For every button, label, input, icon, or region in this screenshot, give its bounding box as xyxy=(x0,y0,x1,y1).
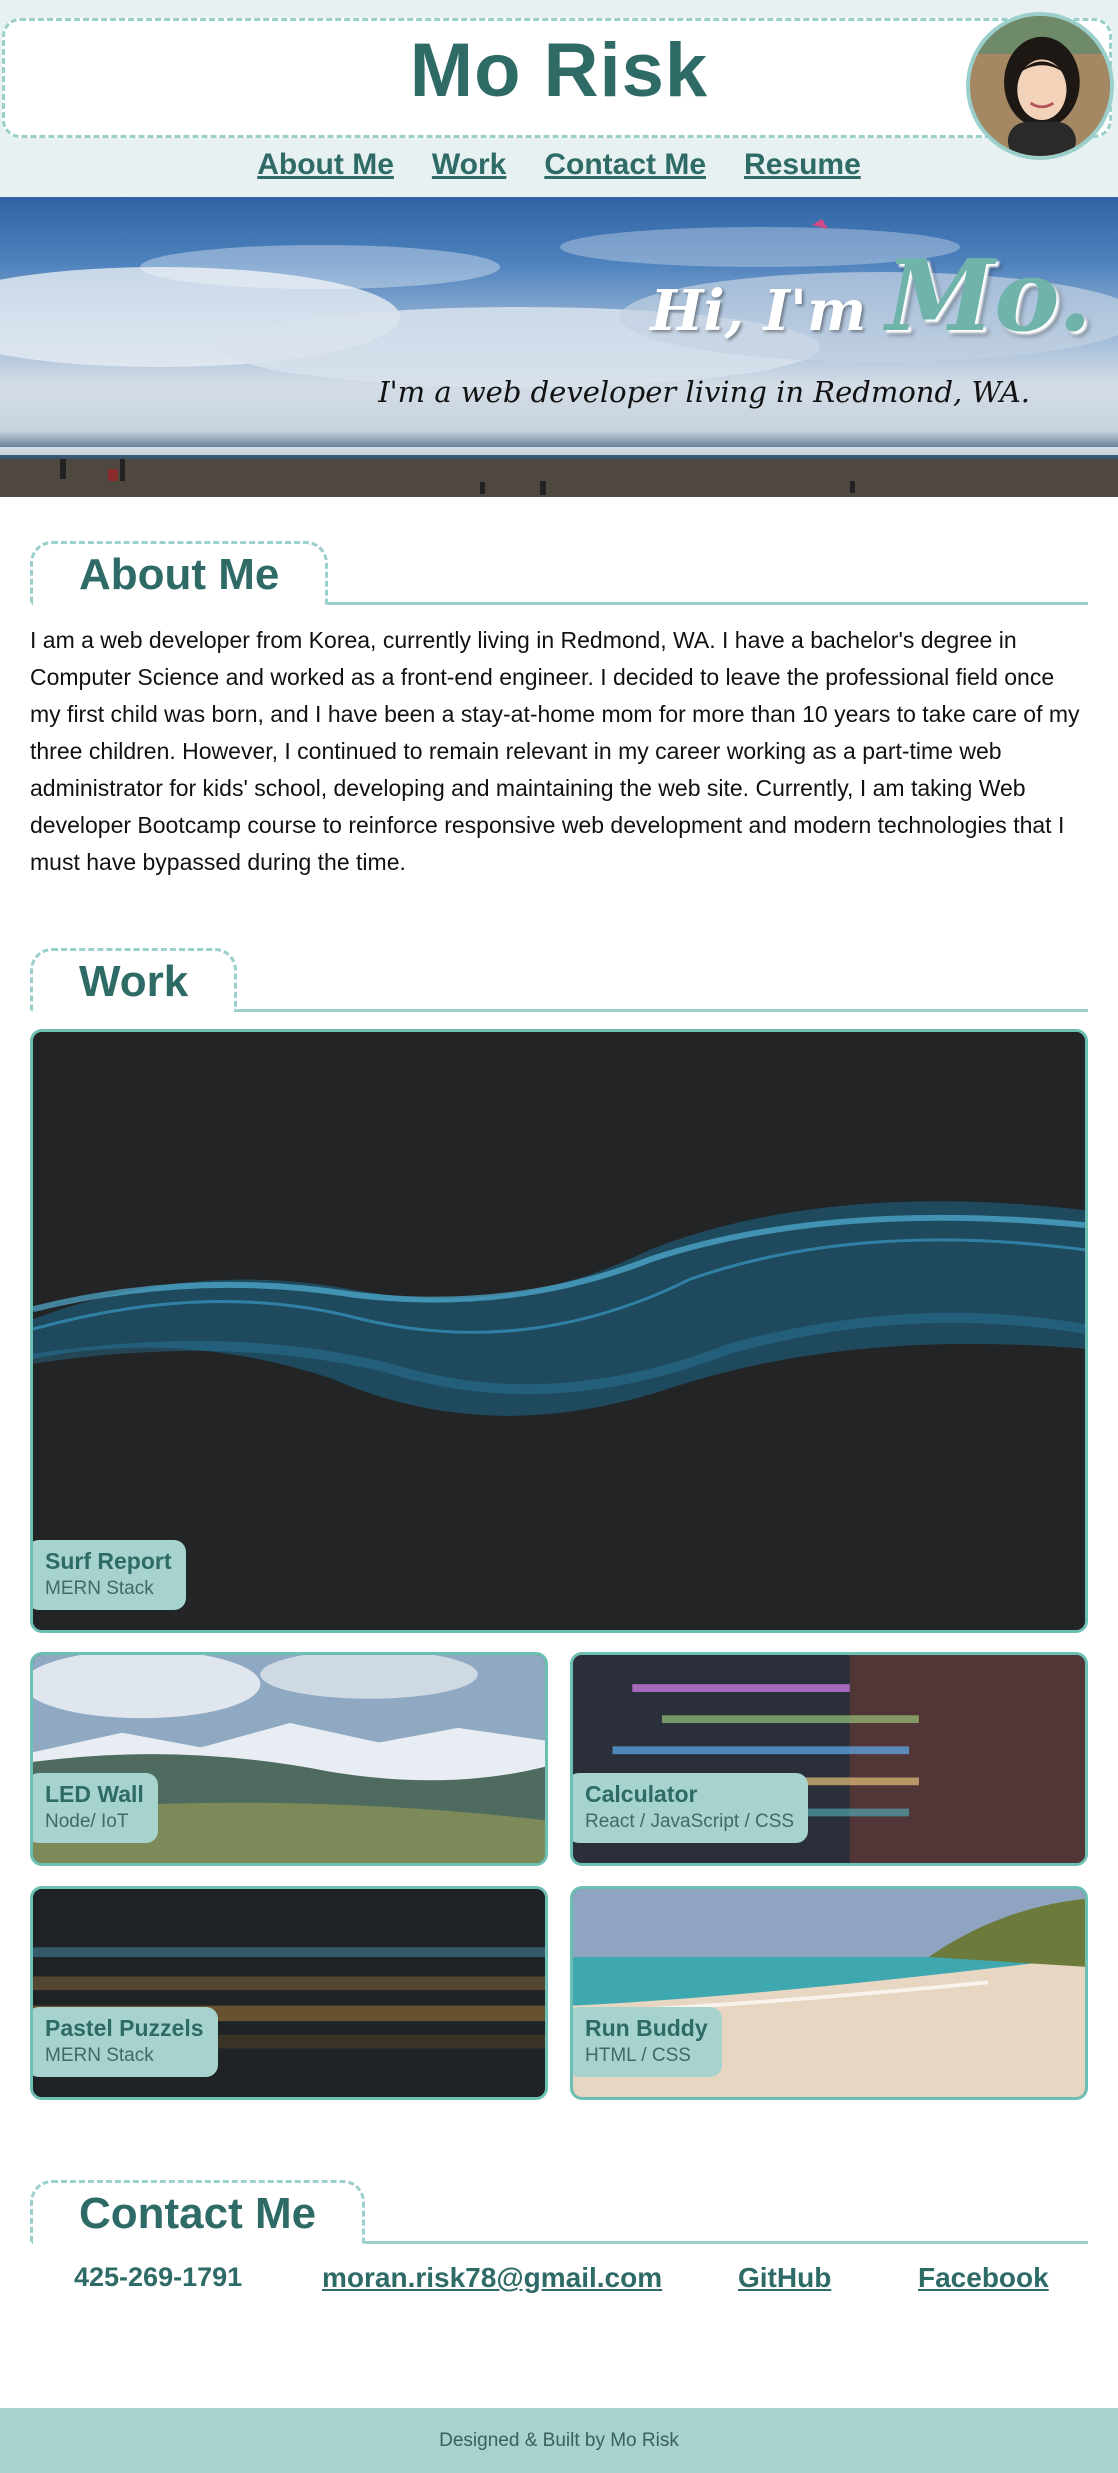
nav-contact-me[interactable]: Contact Me xyxy=(544,148,706,182)
site-title: Mo Risk xyxy=(409,28,709,113)
work-heading: Work xyxy=(79,957,189,1006)
contact-tab: Contact Me xyxy=(30,2180,366,2244)
contact-phone: 425-269-1791 xyxy=(74,2262,243,2292)
contact-heading: Contact Me xyxy=(79,2189,317,2238)
project-label: Calculator React / JavaScript / CSS xyxy=(573,1773,809,1843)
project-card-led-wall[interactable]: LED Wall Node/ IoT xyxy=(30,1652,548,1866)
hero-greeting-text: Hi, I'm xyxy=(650,278,867,344)
hero-banner: Hi, I'm Mo. I'm a web developer living i… xyxy=(0,197,1118,497)
profile-photo-icon xyxy=(970,16,1110,156)
about-heading: About Me xyxy=(79,550,280,599)
project-title: Pastel Puzzels xyxy=(45,2015,204,2041)
project-label: Run Buddy HTML / CSS xyxy=(573,2007,722,2077)
project-stack: MERN Stack xyxy=(45,2045,154,2066)
contact-github-link[interactable]: GitHub xyxy=(738,2262,831,2294)
avatar xyxy=(966,12,1114,160)
project-label: Surf Report MERN Stack xyxy=(33,1540,186,1610)
nav-about-me[interactable]: About Me xyxy=(257,148,394,182)
contact-row: 425-269-1791 moran.risk78@gmail.com GitH… xyxy=(0,2262,1118,2302)
project-label: Pastel Puzzels MERN Stack xyxy=(33,2007,218,2077)
site-header: Mo Risk About Me Work Contact Me Resume xyxy=(0,0,1118,197)
about-tab: About Me xyxy=(30,541,329,605)
footer-text: Designed & Built by Mo Risk xyxy=(439,2430,679,2451)
contact-email-link[interactable]: moran.risk78@gmail.com xyxy=(322,2262,662,2294)
project-title: Calculator xyxy=(585,1781,698,1807)
project-stack: Node/ IoT xyxy=(45,1811,129,1832)
project-label: LED Wall Node/ IoT xyxy=(33,1773,158,1843)
project-card-surf-report[interactable]: Surf Report MERN Stack xyxy=(30,1029,1088,1633)
work-section-header: Work xyxy=(30,948,1088,1012)
nav-work[interactable]: Work xyxy=(432,148,506,182)
project-card-pastel-puzzels[interactable]: Pastel Puzzels MERN Stack xyxy=(30,1886,548,2100)
contact-section-header: Contact Me xyxy=(30,2180,1088,2244)
project-title: Surf Report xyxy=(45,1548,172,1574)
hero-name: Mo. xyxy=(885,239,1092,354)
data-wave-image xyxy=(33,1032,1085,1630)
contact-facebook-link[interactable]: Facebook xyxy=(918,2262,1049,2294)
about-section-header: About Me xyxy=(30,541,1088,605)
nav-resume[interactable]: Resume xyxy=(744,148,861,182)
project-card-run-buddy[interactable]: Run Buddy HTML / CSS xyxy=(570,1886,1088,2100)
main-nav: About Me Work Contact Me Resume xyxy=(0,148,1118,182)
work-tab: Work xyxy=(30,948,238,1012)
project-title: Run Buddy xyxy=(585,2015,708,2041)
project-card-calculator[interactable]: Calculator React / JavaScript / CSS xyxy=(570,1652,1088,1866)
site-footer: Designed & Built by Mo Risk xyxy=(0,2408,1118,2473)
project-stack: MERN Stack xyxy=(45,1578,154,1599)
project-title: LED Wall xyxy=(45,1781,144,1807)
hero-greeting: Hi, I'm Mo. xyxy=(650,239,1092,354)
hero-subtitle: I'm a web developer living in Redmond, W… xyxy=(378,375,1030,409)
project-stack: HTML / CSS xyxy=(585,2045,691,2066)
project-stack: React / JavaScript / CSS xyxy=(585,1811,795,1832)
about-text: I am a web developer from Korea, current… xyxy=(30,627,1080,875)
